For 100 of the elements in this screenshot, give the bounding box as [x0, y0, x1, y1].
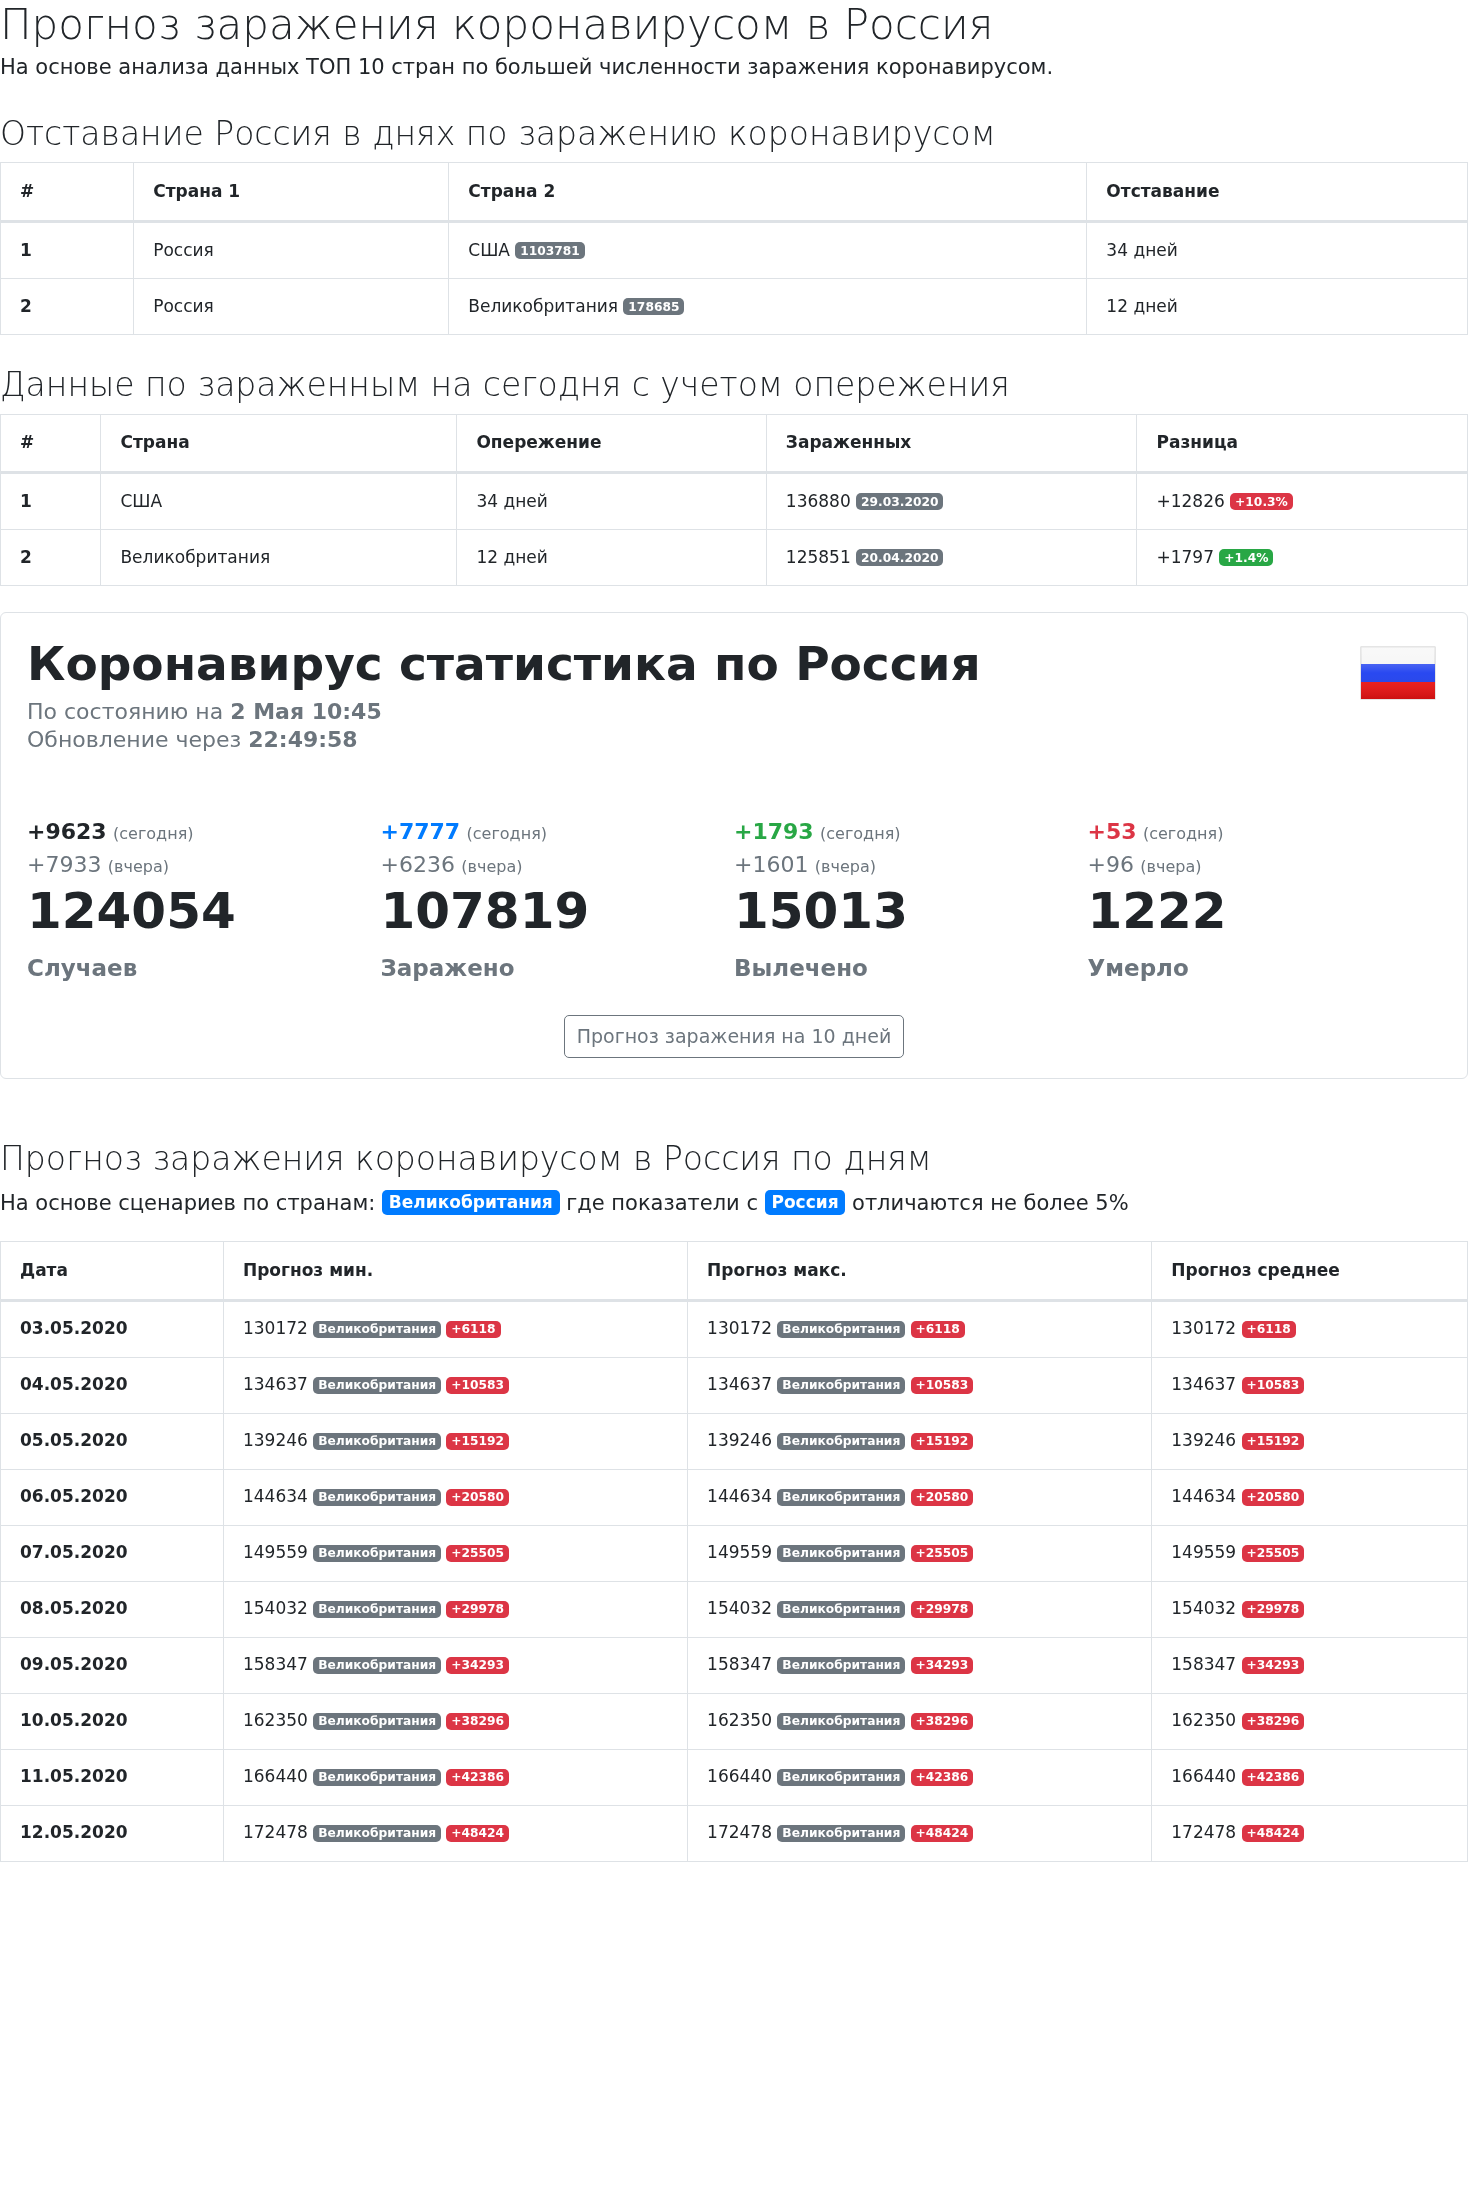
today-count: +7777 [380, 818, 461, 844]
country-badge: Великобритания [313, 1600, 441, 1618]
country-badge: Великобритания [313, 1320, 441, 1338]
yesterday-label: (вчера) [461, 856, 523, 876]
status-text: По состоянию на 2 Мая 10:45 [27, 697, 383, 726]
diff-badge: +10583 [910, 1376, 974, 1394]
diff-badge: +20580 [446, 1488, 510, 1506]
cell-text: 172478 [242, 1822, 308, 1843]
date-badge: 20.04.2020 [856, 549, 944, 567]
country-badge: Великобритания [777, 1320, 906, 1338]
table-cell: 05.05.2020 [0, 1413, 224, 1470]
cell-text: 144634 [242, 1486, 308, 1507]
stat-label: Умерло [1087, 953, 1190, 983]
today-label: (сегодня) [466, 823, 547, 843]
today-label: (сегодня) [820, 823, 901, 843]
diff-badge: +29978 [910, 1600, 974, 1618]
cell-text: 139246 [707, 1430, 772, 1451]
country-badge: Великобритания [313, 1488, 441, 1506]
column-header: Страна [100, 414, 457, 473]
country-badge: Великобритания [313, 1824, 441, 1842]
table-cell: Россия [133, 221, 449, 279]
diff-badge: +48424 [910, 1824, 974, 1842]
cell-text: 139246 [242, 1430, 308, 1451]
country-badge: Великобритания [313, 1432, 441, 1450]
table-cell: 04.05.2020 [0, 1357, 224, 1414]
country-badge: Великобритания [777, 1824, 906, 1842]
today-count: +9623 [27, 818, 107, 844]
page-subtitle: На основе анализа данных ТОП 10 стран по большей численности заражения коронавирусом. [0, 54, 1055, 82]
cell-text: Великобритания [468, 295, 619, 316]
table-cell: Россия [133, 278, 449, 335]
cell-text: 144634 [1171, 1486, 1237, 1507]
country-badge: Великобритания [777, 1656, 906, 1674]
diff-badge: +38296 [1241, 1712, 1305, 1730]
diff-badge: +48424 [1241, 1824, 1305, 1842]
cell-text: 172478 [707, 1822, 772, 1843]
diff-badge: +15192 [910, 1432, 974, 1450]
country-badge: Великобритания [313, 1712, 441, 1730]
cell-text: 149559 [1171, 1542, 1237, 1563]
cell-text: 136880 [785, 491, 851, 511]
country-badge: Великобритания [313, 1656, 441, 1674]
country-badge: Великобритания [313, 1768, 441, 1786]
column-header: Отставание [1086, 163, 1468, 222]
table-cell: 1 [0, 472, 101, 530]
cell-text: 154032 [1171, 1598, 1237, 1619]
cell-text: 162350 [242, 1710, 308, 1731]
table-cell: Великобритания [100, 529, 457, 586]
cell-text: 134637 [242, 1374, 308, 1395]
total-count: 124054 [27, 880, 237, 941]
country-badge: Великобритания [777, 1600, 906, 1618]
column-header: Зараженных [766, 414, 1137, 473]
total-count: 107819 [380, 880, 591, 941]
table-cell: 08.05.2020 [0, 1581, 224, 1638]
column-header: # [0, 163, 134, 222]
cell-text: 172478 [1171, 1822, 1237, 1843]
forecast-button[interactable]: Прогноз заражения на 10 дней [563, 1015, 905, 1058]
diff-badge: +29978 [446, 1600, 510, 1618]
diff-badge: +6118 [1241, 1320, 1296, 1338]
yesterday-count: +1601 [734, 851, 809, 877]
cell-text: +12826 [1156, 491, 1225, 511]
diff-badge: +20580 [910, 1488, 974, 1506]
diff-badge: +6118 [446, 1320, 501, 1338]
cell-text: 149559 [707, 1542, 772, 1563]
cell-text: 166440 [1171, 1766, 1237, 1787]
total-count: 15013 [734, 880, 909, 941]
cell-text: 154032 [707, 1598, 772, 1619]
stat-label: Заражено [380, 953, 516, 983]
table-cell: 12.05.2020 [0, 1805, 224, 1862]
diff-badge: +25505 [1241, 1544, 1305, 1562]
table-cell: 1 [0, 221, 134, 279]
page-title: Прогноз заражения коронавирусом в Россия [0, 0, 995, 51]
scenario-note: На основе сценариев по странам: Великобритания где показатели с Россия отличаются не более 5% [0, 1189, 1130, 1217]
yesterday-label: (вчера) [1140, 856, 1202, 876]
diff-badge: +34293 [446, 1656, 510, 1674]
card-title: Коронавирус статистика по Россия [27, 636, 981, 693]
diff-badge: +42386 [910, 1768, 974, 1786]
cell-text: 149559 [242, 1542, 308, 1563]
country-badge: Великобритания [777, 1544, 906, 1562]
cell-text: 134637 [707, 1374, 772, 1395]
column-header: Страна 2 [448, 163, 1087, 222]
percent-badge: +10.3% [1230, 493, 1293, 511]
date-badge: 29.03.2020 [856, 493, 944, 511]
percent-badge: +1.4% [1219, 549, 1274, 567]
column-header: Страна 1 [133, 163, 449, 222]
country-badge: Великобритания [777, 1376, 906, 1394]
country-badge: Великобритания [313, 1544, 441, 1562]
column-header: Прогноз макс. [687, 1241, 1152, 1301]
diff-badge: +10583 [446, 1376, 510, 1394]
today-count: +53 [1087, 818, 1137, 844]
country-badge: Великобритания [777, 1488, 906, 1506]
table-cell: 10.05.2020 [0, 1693, 224, 1750]
country-badge: Великобритания [777, 1712, 906, 1730]
count-badge: 178685 [623, 298, 685, 316]
cell-text: 130172 [242, 1318, 308, 1339]
cell-text: 139246 [1171, 1430, 1237, 1451]
today-label: (сегодня) [1142, 823, 1224, 843]
diff-badge: +34293 [1241, 1656, 1305, 1674]
column-header: Прогноз среднее [1151, 1241, 1468, 1301]
table-cell: 34 дней [1086, 221, 1468, 279]
table-cell: 12 дней [1086, 278, 1468, 335]
cell-text: 158347 [242, 1654, 308, 1675]
